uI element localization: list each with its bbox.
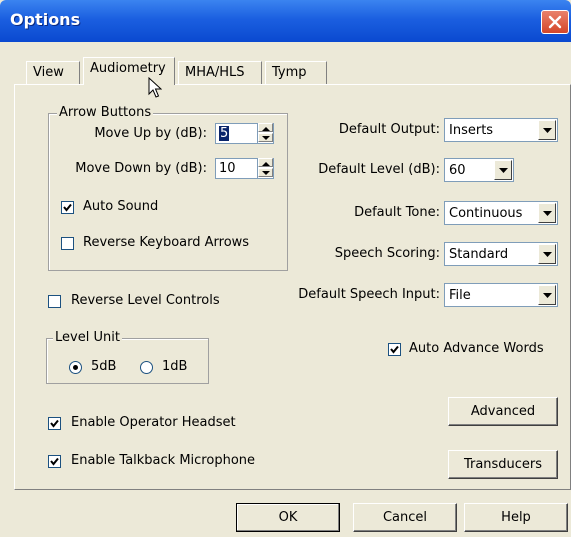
spin-down-button[interactable]: [258, 133, 273, 142]
tab-view[interactable]: View: [26, 61, 80, 85]
default-output-label: Default Output:: [338, 122, 440, 137]
move-down-stepper[interactable]: 10: [215, 158, 274, 179]
close-button[interactable]: [541, 10, 569, 34]
arrow-buttons-legend: Arrow Buttons: [57, 105, 154, 120]
enable-talkback-microphone-checkbox[interactable]: [48, 455, 61, 468]
move-up-value[interactable]: 5: [219, 126, 230, 141]
auto-sound-label[interactable]: Auto Sound: [83, 199, 158, 214]
enable-operator-headset-label[interactable]: Enable Operator Headset: [71, 415, 236, 430]
speech-scoring-select[interactable]: Standard: [444, 242, 558, 266]
radio-5db-label[interactable]: 5dB: [91, 359, 116, 374]
auto-advance-words-label[interactable]: Auto Advance Words: [409, 341, 544, 356]
checkmark-icon: [63, 203, 72, 212]
default-tone-select[interactable]: Continuous: [444, 201, 558, 225]
radio-5db[interactable]: [69, 361, 82, 374]
reverse-level-controls-checkbox[interactable]: [48, 295, 61, 308]
speech-scoring-value: Standard: [449, 247, 509, 262]
checkmark-icon: [50, 457, 59, 466]
default-output-value: Inserts: [449, 123, 494, 138]
reverse-keyboard-arrows-label[interactable]: Reverse Keyboard Arrows: [83, 235, 249, 250]
spin-up-button[interactable]: [258, 158, 273, 167]
move-down-label: Move Down by (dB):: [75, 161, 207, 176]
chevron-down-icon: [543, 211, 552, 216]
auto-sound-checkbox[interactable]: [61, 201, 74, 214]
advanced-button[interactable]: Advanced: [448, 397, 558, 426]
transducers-button[interactable]: Transducers: [448, 450, 558, 479]
default-speech-input-label: Default Speech Input:: [298, 287, 440, 302]
cancel-button[interactable]: Cancel: [353, 503, 457, 532]
radio-selected-dot: [73, 365, 78, 370]
ok-button[interactable]: OK: [236, 503, 340, 532]
enable-talkback-microphone-label[interactable]: Enable Talkback Microphone: [71, 453, 255, 468]
chevron-down-icon: [499, 168, 508, 173]
radio-1db[interactable]: [140, 361, 153, 374]
dropdown-button[interactable]: [538, 203, 556, 223]
level-unit-legend: Level Unit: [53, 330, 122, 345]
chevron-down-icon: [543, 293, 552, 298]
default-speech-input-value: File: [449, 288, 471, 303]
radio-1db-label[interactable]: 1dB: [162, 359, 187, 374]
close-icon: [548, 15, 562, 29]
spin-up-button[interactable]: [258, 123, 273, 132]
default-level-value: 60: [449, 163, 466, 178]
chevron-down-icon: [543, 252, 552, 257]
spin-down-icon: [262, 136, 270, 140]
enable-operator-headset-checkbox[interactable]: [48, 417, 61, 430]
spin-up-icon: [262, 162, 270, 166]
reverse-level-controls-label[interactable]: Reverse Level Controls: [71, 293, 220, 308]
window-title: Options: [10, 10, 81, 29]
dropdown-button[interactable]: [538, 244, 556, 264]
title-bar[interactable]: Options: [0, 0, 571, 42]
speech-scoring-label: Speech Scoring:: [334, 246, 440, 261]
default-tone-value: Continuous: [449, 206, 523, 221]
move-down-value[interactable]: 10: [219, 161, 236, 176]
tab-mha-hls[interactable]: MHA/HLS: [178, 61, 262, 85]
auto-advance-words-checkbox[interactable]: [388, 343, 401, 356]
chevron-down-icon: [543, 128, 552, 133]
move-up-stepper[interactable]: 5: [215, 123, 274, 144]
default-level-label: Default Level (dB):: [318, 162, 440, 177]
spin-up-icon: [262, 127, 270, 131]
move-down-spin[interactable]: [257, 158, 273, 179]
checkmark-icon: [390, 345, 399, 354]
default-speech-input-select[interactable]: File: [444, 283, 558, 307]
reverse-keyboard-arrows-checkbox[interactable]: [61, 237, 74, 250]
help-button[interactable]: Help: [464, 503, 568, 532]
default-level-select[interactable]: 60: [444, 158, 514, 182]
dropdown-button[interactable]: [538, 285, 556, 305]
checkmark-icon: [50, 419, 59, 428]
tab-tymp[interactable]: Tymp: [265, 61, 327, 85]
mouse-pointer-icon: [148, 77, 162, 98]
options-dialog: Options View Audiometry MHA/HLS Tymp Arr…: [0, 0, 571, 537]
move-up-label: Move Up by (dB):: [94, 126, 207, 141]
spin-down-button[interactable]: [258, 168, 273, 177]
spin-down-icon: [262, 171, 270, 175]
dropdown-button[interactable]: [494, 160, 512, 180]
move-up-spin[interactable]: [257, 123, 273, 144]
default-tone-label: Default Tone:: [354, 205, 440, 220]
default-output-select[interactable]: Inserts: [444, 118, 558, 142]
dropdown-button[interactable]: [538, 120, 556, 140]
